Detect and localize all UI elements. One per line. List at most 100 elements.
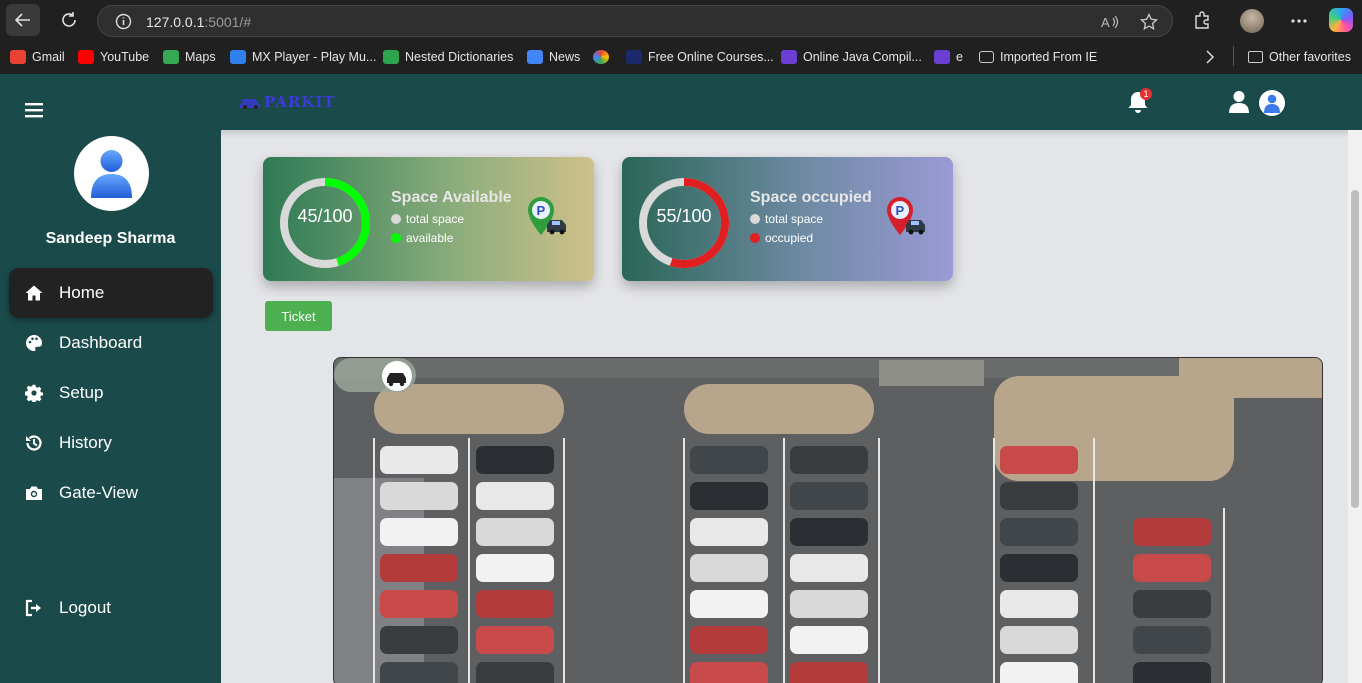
home-icon: [25, 285, 43, 301]
extensions-icon[interactable]: [1193, 11, 1211, 29]
hamburger-menu-icon[interactable]: [25, 102, 43, 118]
nav-home[interactable]: Home: [9, 268, 213, 318]
parked-car: [1133, 590, 1211, 618]
parked-car: [380, 482, 458, 510]
logout-icon: [25, 599, 41, 617]
logout-button[interactable]: Logout: [9, 583, 213, 633]
nav-gate-view-label: Gate-View: [59, 483, 139, 502]
page-scrollbar[interactable]: [1348, 130, 1362, 683]
back-button[interactable]: [6, 4, 40, 36]
parked-car: [690, 518, 768, 546]
url-path: :5001/#: [204, 14, 252, 30]
notification-badge: 1: [1140, 88, 1152, 100]
address-bar[interactable]: 127.0.0.1:5001/# A: [97, 5, 1173, 37]
bookmark-item[interactable]: News: [527, 48, 580, 66]
logout-label: Logout: [59, 598, 111, 617]
reload-button[interactable]: [52, 4, 86, 36]
user-avatar-small-icon: [1264, 94, 1280, 113]
nav-gate-view[interactable]: Gate-View: [9, 468, 213, 518]
folder-icon: [1248, 51, 1263, 63]
bookmark-item[interactable]: Nested Dictionaries: [383, 48, 513, 66]
bookmark-item[interactable]: e: [934, 48, 963, 66]
scrollbar-thumb[interactable]: [1351, 190, 1359, 508]
nav-setup[interactable]: Setup: [9, 368, 213, 418]
read-aloud-icon[interactable]: A: [1101, 14, 1119, 30]
parked-car: [690, 662, 768, 683]
reload-icon: [62, 12, 76, 27]
app-logo[interactable]: PARKIT: [238, 93, 336, 111]
legend-occupied: occupied: [750, 231, 813, 245]
bookmark-item[interactable]: Online Java Compil...: [781, 48, 922, 66]
more-menu-icon[interactable]: [1290, 13, 1308, 29]
browser-chrome: 127.0.0.1:5001/# A Gmail YouTube Maps MX Pl…: [0, 0, 1362, 74]
parked-car: [476, 482, 554, 510]
gear-icon: [25, 384, 43, 402]
parked-car: [476, 590, 554, 618]
bookmark-icon: [979, 51, 994, 63]
parked-car: [1000, 662, 1078, 683]
parking-lot-camera-view: [333, 357, 1323, 683]
bookmark-item[interactable]: YouTube: [78, 48, 149, 66]
bookmark-label: Imported From IE: [1000, 50, 1098, 64]
parked-car: [380, 626, 458, 654]
legend-total: total space: [750, 212, 823, 226]
nav-home-label: Home: [59, 283, 105, 302]
nav-dashboard-label: Dashboard: [59, 333, 143, 352]
url-host: 127.0.0.1: [146, 14, 205, 30]
ticket-button[interactable]: Ticket: [265, 301, 332, 331]
parked-car: [1133, 626, 1211, 654]
account-avatar[interactable]: [1259, 90, 1285, 116]
legend-total-label: total space: [765, 212, 824, 226]
content-top-shadow: [221, 130, 1348, 138]
bookmark-label: News: [549, 50, 581, 64]
parked-car: [380, 590, 458, 618]
user-name: Sandeep Sharma: [45, 230, 176, 247]
chevron-right-icon[interactable]: [1204, 50, 1216, 64]
other-favorites-label: Other favorites: [1269, 50, 1351, 64]
copilot-icon[interactable]: [1329, 8, 1353, 32]
app-logo-text: PARKIT: [264, 93, 336, 111]
parking-location-green-icon: P: [528, 197, 566, 235]
nav-history-label: History: [59, 433, 112, 452]
legend-dot: [750, 214, 760, 224]
parked-car: [476, 518, 554, 546]
parked-car: [1133, 518, 1211, 546]
avatar: [74, 136, 149, 211]
bookmark-icon: [781, 50, 797, 64]
other-favorites[interactable]: Other favorites: [1248, 48, 1351, 66]
occupied-title: Space occupied: [750, 189, 872, 206]
parked-car: [790, 446, 868, 474]
user-icon[interactable]: [1228, 90, 1250, 114]
bookmark-item[interactable]: Maps: [163, 48, 216, 66]
bookmark-icon: [383, 50, 399, 64]
nav-history[interactable]: History: [9, 418, 213, 468]
bookmark-item[interactable]: MX Player - Play Mu...: [230, 48, 376, 66]
bookmark-label: Gmail: [32, 50, 65, 64]
parked-car: [790, 482, 868, 510]
available-ratio: 45/100: [297, 206, 353, 226]
svg-text:P: P: [537, 203, 546, 218]
parked-car: [380, 554, 458, 582]
bookmark-label: Online Java Compil...: [803, 50, 922, 64]
notification-button[interactable]: 1: [1126, 88, 1152, 115]
top-navbar: PARKIT 1: [221, 74, 1362, 130]
camera-icon: [26, 486, 42, 500]
parked-car: [690, 446, 768, 474]
bookmark-icon: [78, 50, 94, 64]
parking-location-red-icon: P: [887, 197, 925, 235]
bookmark-item[interactable]: [593, 48, 615, 66]
space-available-card: 45/100 Space Available total space avail…: [263, 157, 594, 281]
profile-avatar[interactable]: [1240, 9, 1264, 33]
parked-car: [790, 554, 868, 582]
star-icon[interactable]: [1140, 13, 1158, 31]
bookmark-item[interactable]: Imported From IE: [979, 48, 1097, 66]
occupied-ratio: 55/100: [656, 206, 712, 226]
nav-dashboard[interactable]: Dashboard: [9, 318, 213, 368]
bookmark-label: MX Player - Play Mu...: [252, 50, 377, 64]
bookmark-item[interactable]: Free Online Courses...: [626, 48, 774, 66]
bookmark-label: YouTube: [100, 50, 150, 64]
parked-car: [380, 446, 458, 474]
bookmark-icon: [626, 50, 642, 64]
bookmark-item[interactable]: Gmail: [10, 48, 65, 66]
nav-setup-label: Setup: [59, 383, 104, 402]
